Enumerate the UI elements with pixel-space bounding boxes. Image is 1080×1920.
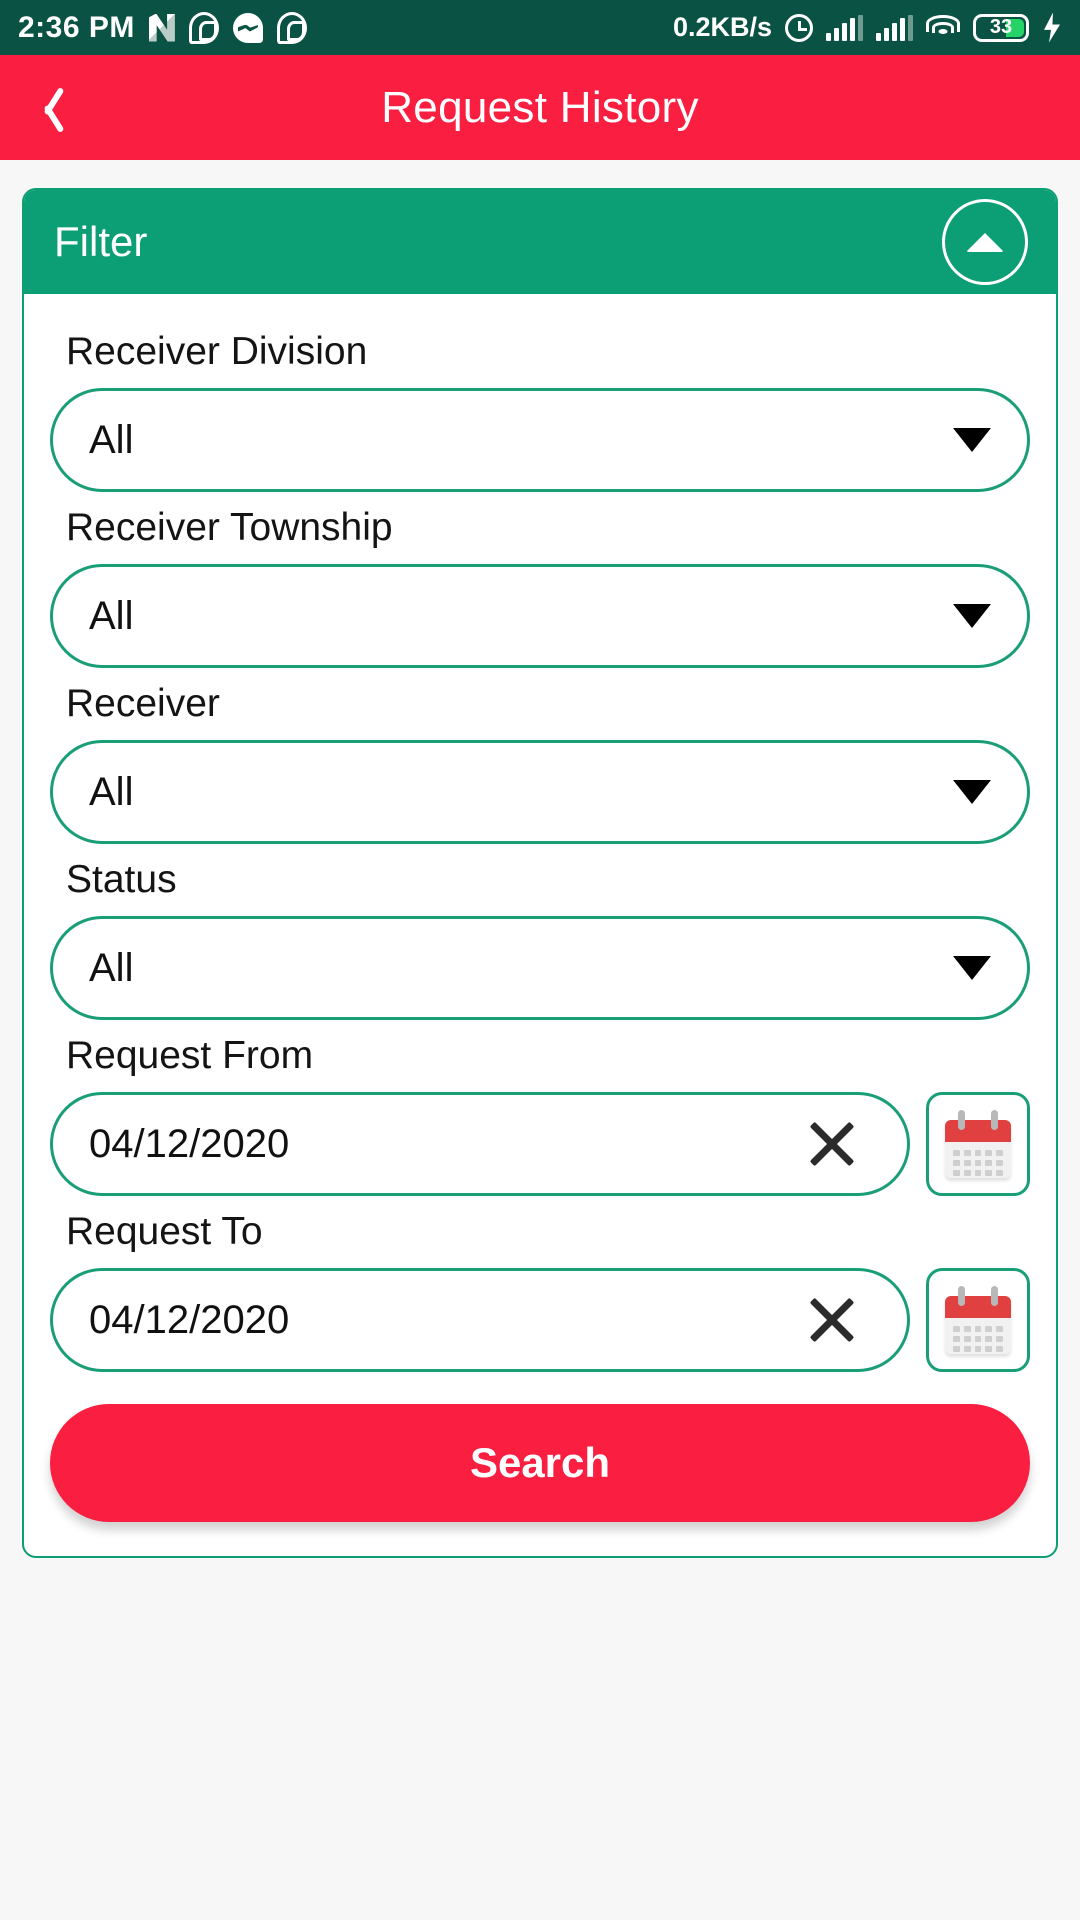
field-label: Receiver Township — [66, 506, 393, 549]
receiver-township-dropdown[interactable]: All — [50, 564, 1030, 668]
close-x-icon[interactable] — [805, 1117, 859, 1171]
signal-bars-icon-sim2 — [876, 14, 913, 41]
battery-level-label: 33 — [989, 16, 1013, 38]
field-request-to: Request To 04/12/2020 — [50, 1210, 1030, 1372]
chevron-down-icon — [953, 428, 991, 452]
dropdown-value: All — [89, 417, 134, 462]
filter-title: Filter — [54, 218, 148, 265]
network-speed-label: 0.2KB/s — [672, 12, 772, 42]
field-row: All — [50, 916, 1030, 1020]
dropdown-value: All — [89, 593, 134, 638]
triangle-up-icon — [966, 232, 1004, 252]
page-content: Filter Receiver Division All Receiver To… — [0, 160, 1080, 1558]
signal-bars-icon-sim1 — [826, 14, 863, 41]
request-to-calendar-button[interactable] — [926, 1268, 1030, 1372]
field-row: All — [50, 388, 1030, 492]
chevron-down-icon — [953, 956, 991, 980]
dropdown-value: All — [89, 945, 134, 990]
status-bar-right: 0.2KB/s 33 — [673, 12, 1062, 43]
dropdown-value: All — [89, 769, 134, 814]
field-row: 04/12/2020 — [50, 1268, 1030, 1372]
field-row: 04/12/2020 — [50, 1092, 1030, 1196]
page-title: Request History — [381, 82, 699, 132]
calendar-icon — [945, 1286, 1011, 1354]
filter-card-header[interactable]: Filter — [24, 190, 1056, 294]
status-bar-clock: 2:36 PM — [18, 10, 135, 44]
field-row: All — [50, 564, 1030, 668]
field-row: All — [50, 740, 1030, 844]
filter-collapse-button[interactable] — [942, 199, 1028, 285]
request-to-input[interactable]: 04/12/2020 — [50, 1268, 910, 1372]
filter-card: Filter Receiver Division All Receiver To… — [22, 188, 1058, 1558]
battery-icon: 33 — [973, 13, 1029, 42]
request-from-input[interactable]: 04/12/2020 — [50, 1092, 910, 1196]
calendar-icon — [945, 1110, 1011, 1178]
field-label: Request From — [66, 1034, 314, 1077]
search-button[interactable]: Search — [50, 1404, 1030, 1522]
nova-launcher-icon — [149, 14, 175, 42]
field-label: Receiver Division — [66, 330, 368, 373]
status-bar-left: 2:36 PM — [18, 11, 307, 45]
request-from-calendar-button[interactable] — [926, 1092, 1030, 1196]
wifi-icon — [926, 14, 960, 41]
field-request-from: Request From 04/12/2020 — [50, 1034, 1030, 1196]
field-label: Receiver — [66, 682, 220, 725]
charging-bolt-icon — [1044, 12, 1060, 43]
field-receiver-township: Receiver Township All — [50, 506, 1030, 668]
date-value: 04/12/2020 — [89, 1297, 290, 1342]
status-dropdown[interactable]: All — [50, 916, 1030, 1020]
viber-icon-2 — [276, 11, 307, 44]
close-x-icon[interactable] — [805, 1293, 859, 1347]
messenger-icon — [232, 12, 263, 43]
date-value: 04/12/2020 — [89, 1121, 290, 1166]
receiver-dropdown[interactable]: All — [50, 740, 1030, 844]
field-label: Request To — [66, 1210, 263, 1253]
field-receiver-division: Receiver Division All — [50, 330, 1030, 492]
filter-card-body: Receiver Division All Receiver Township … — [24, 294, 1056, 1556]
app-bar: Request History — [0, 55, 1080, 160]
alarm-icon — [785, 13, 813, 42]
chevron-down-icon — [953, 604, 991, 628]
field-receiver: Receiver All — [50, 682, 1030, 844]
field-label: Status — [66, 858, 177, 901]
field-status: Status All — [50, 858, 1030, 1020]
viber-icon — [188, 11, 219, 44]
status-bar: 2:36 PM 0.2KB/s 33 — [0, 0, 1080, 55]
receiver-division-dropdown[interactable]: All — [50, 388, 1030, 492]
chevron-down-icon — [953, 780, 991, 804]
